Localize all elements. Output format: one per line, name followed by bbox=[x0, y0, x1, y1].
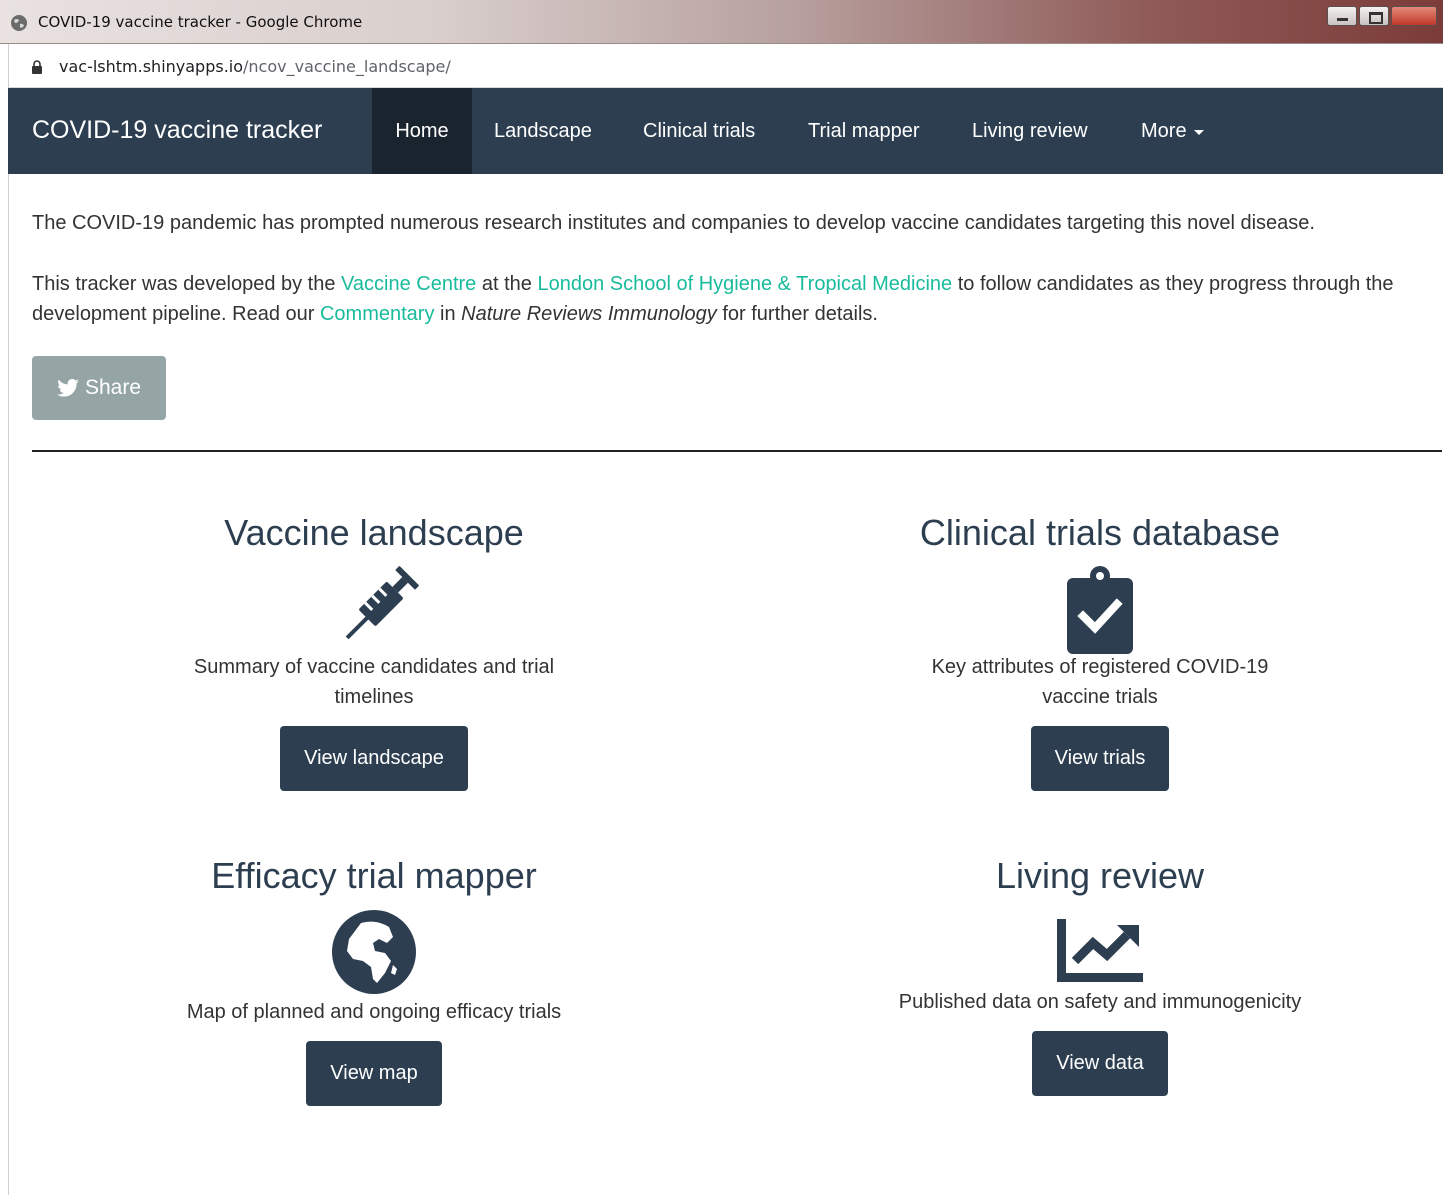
card-title: Clinical trials database bbox=[919, 512, 1281, 553]
intro-paragraph-2: This tracker was developed by the Vaccin… bbox=[32, 269, 1432, 329]
close-button[interactable] bbox=[1391, 6, 1437, 26]
card-description: Key attributes of registered COVID-19 va… bbox=[931, 656, 1269, 708]
card-description: Map of planned and ongoing efficacy tria… bbox=[186, 1001, 562, 1023]
nav-trial-mapper-label: Trial mapper bbox=[808, 119, 920, 142]
navbar-brand[interactable]: COVID-19 vaccine tracker bbox=[32, 116, 322, 145]
intro-text-span: for further details. bbox=[716, 303, 878, 325]
nav-clinical-trials[interactable]: Clinical trials bbox=[643, 88, 755, 174]
nav-home-label: Home bbox=[395, 119, 449, 142]
chart-line-icon bbox=[1057, 919, 1143, 982]
window-title: COVID-19 vaccine tracker - Google Chrome bbox=[38, 13, 363, 31]
globe-icon bbox=[11, 15, 27, 31]
card-vaccine-landscape: Vaccine landscape Summary of vaccine can… bbox=[94, 512, 654, 791]
nav-home[interactable]: Home bbox=[372, 88, 472, 174]
navbar: COVID-19 vaccine tracker Home Landscape … bbox=[8, 88, 1443, 174]
intro-text-span: in bbox=[434, 303, 462, 325]
window-controls bbox=[1327, 6, 1437, 26]
view-data-button[interactable]: View data bbox=[1032, 1031, 1168, 1096]
nav-landscape[interactable]: Landscape bbox=[494, 88, 592, 174]
url-text[interactable]: vac-lshtm.shinyapps.io/ncov_vaccine_land… bbox=[59, 57, 451, 76]
window-titlebar: COVID-19 vaccine tracker - Google Chrome bbox=[0, 0, 1443, 44]
card-efficacy-trial-mapper: Efficacy trial mapper Map of planned and… bbox=[94, 855, 654, 1106]
syringe-icon bbox=[345, 566, 419, 640]
nav-landscape-label: Landscape bbox=[494, 119, 592, 142]
card-title: Vaccine landscape bbox=[224, 512, 524, 553]
clipboard-check-icon bbox=[1067, 566, 1133, 654]
journal-name: Nature Reviews Immunology bbox=[461, 303, 717, 325]
card-clinical-trials: Clinical trials database Key attributes … bbox=[820, 512, 1380, 791]
url-host: vac-lshtm.shinyapps.io bbox=[59, 57, 244, 76]
intro-text-span: This tracker was developed by the bbox=[32, 273, 342, 295]
nav-trial-mapper[interactable]: Trial mapper bbox=[808, 88, 920, 174]
minimize-button[interactable] bbox=[1327, 6, 1357, 26]
nav-living-review-label: Living review bbox=[972, 119, 1088, 142]
card-living-review: Living review Published data on safety a… bbox=[820, 855, 1380, 1096]
card-title: Efficacy trial mapper bbox=[211, 855, 537, 896]
share-label: Share bbox=[84, 376, 142, 399]
commentary-link[interactable]: Commentary bbox=[320, 303, 434, 325]
vaccine-centre-link[interactable]: Vaccine Centre bbox=[341, 273, 476, 295]
url-path: /ncov_vaccine_landscape/ bbox=[243, 57, 451, 76]
globe-africa-icon bbox=[332, 910, 416, 994]
intro-text-span: at the bbox=[476, 273, 538, 295]
address-bar[interactable]: vac-lshtm.shinyapps.io/ncov_vaccine_land… bbox=[8, 44, 1443, 88]
lock-icon bbox=[32, 60, 42, 74]
nav-more-dropdown[interactable]: More bbox=[1141, 88, 1204, 174]
nav-clinical-trials-label: Clinical trials bbox=[643, 119, 756, 142]
intro-paragraph-1: The COVID-19 pandemic has prompted numer… bbox=[32, 212, 1315, 234]
view-map-button[interactable]: View map bbox=[306, 1041, 442, 1106]
card-title: Living review bbox=[995, 855, 1205, 896]
card-description: Published data on safety and immunogenic… bbox=[898, 991, 1302, 1013]
nav-more-label: More bbox=[1141, 119, 1187, 142]
view-landscape-button[interactable]: View landscape bbox=[280, 726, 468, 791]
share-button[interactable]: Share bbox=[32, 356, 166, 420]
caret-down-icon bbox=[1193, 129, 1204, 135]
view-trials-button[interactable]: View trials bbox=[1030, 726, 1170, 791]
main-content: The COVID-19 pandemic has prompted numer… bbox=[8, 174, 1443, 1195]
maximize-button[interactable] bbox=[1359, 6, 1389, 26]
intro-text: The COVID-19 pandemic has prompted numer… bbox=[32, 208, 1432, 360]
divider bbox=[32, 450, 1442, 452]
card-description: Summary of vaccine candidates and trial … bbox=[193, 656, 555, 708]
lshtm-link[interactable]: London School of Hygiene & Tropical Medi… bbox=[537, 273, 952, 295]
twitter-icon bbox=[57, 379, 79, 397]
nav-living-review[interactable]: Living review bbox=[972, 88, 1088, 174]
